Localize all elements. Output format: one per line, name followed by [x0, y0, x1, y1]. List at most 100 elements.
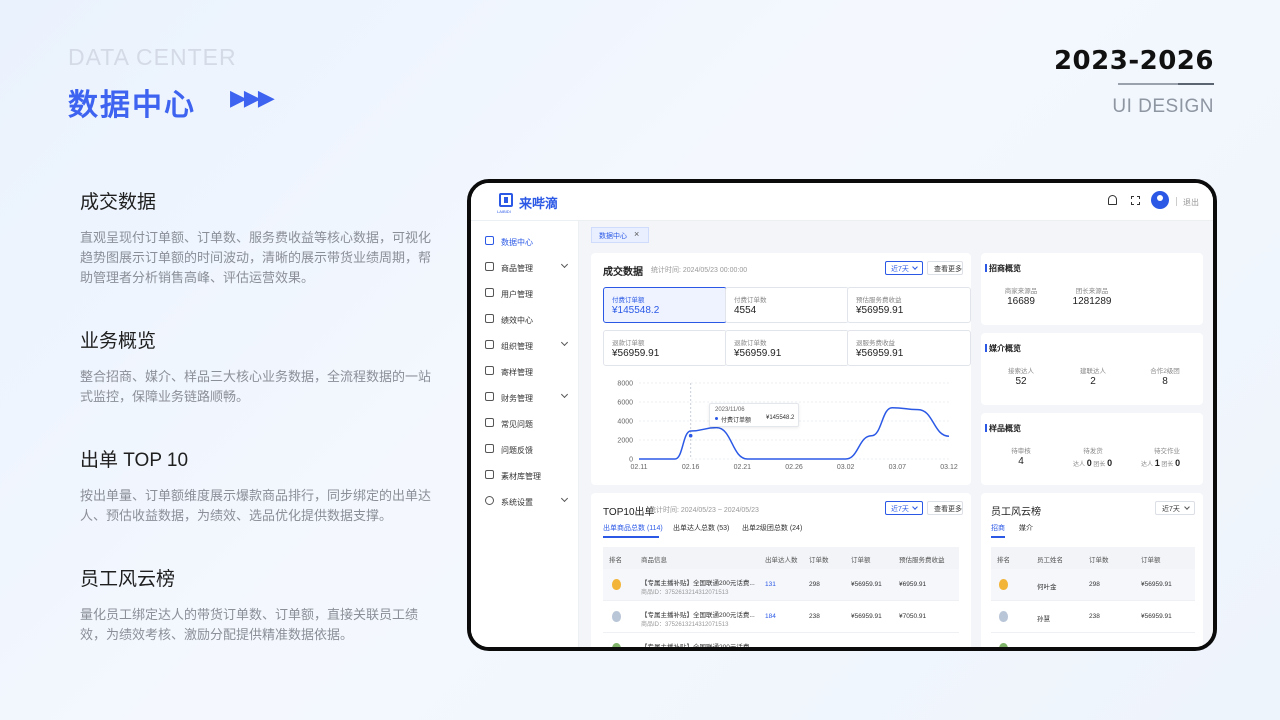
- order-amount: ¥56959.91: [1141, 581, 1172, 588]
- tab-media[interactable]: 媒介: [1019, 523, 1033, 533]
- close-icon[interactable]: ×: [634, 229, 639, 239]
- table-row[interactable]: 孙慧 238 ¥56959.91: [991, 601, 1195, 633]
- feature-desc: 按出单量、订单额维度展示爆款商品排行，同步绑定的出单达人、预估收益数据，为绩效、…: [80, 488, 432, 523]
- tooltip-date: 2023/11/06: [715, 407, 745, 413]
- tab-invest[interactable]: 招商: [991, 523, 1005, 533]
- tab-groups[interactable]: 出单2级团总数 (24): [742, 523, 802, 533]
- column-header[interactable]: 订单额: [1141, 554, 1161, 564]
- metric-refund-income[interactable]: 退服务费收益 ¥56959.91: [847, 330, 971, 366]
- range-select[interactable]: 近7天: [885, 261, 923, 275]
- view-more-label: 查看更多: [934, 506, 962, 513]
- stat-value: 1281289: [1072, 296, 1112, 307]
- creator-count[interactable]: 184: [765, 613, 776, 620]
- sidebar-item-faq[interactable]: 常见问题: [471, 413, 579, 435]
- table-row[interactable]: 【专属主播补贴】全国联通200元话费... 商品ID：3752613214312…: [603, 569, 959, 601]
- sidebar-item-users[interactable]: 用户管理: [471, 283, 579, 305]
- column-header[interactable]: 预估服务费收益: [899, 554, 945, 564]
- sample-icon: [485, 366, 494, 375]
- fullscreen-icon[interactable]: [1131, 196, 1140, 205]
- column-header[interactable]: 订单额: [851, 554, 871, 564]
- finance-icon: [485, 392, 494, 401]
- tab-data-center[interactable]: 数据中心 ×: [591, 227, 649, 243]
- bell-icon[interactable]: [1108, 195, 1117, 205]
- order-count: 298: [1089, 581, 1100, 588]
- range-select[interactable]: 近7天: [1155, 501, 1195, 515]
- tab-products[interactable]: 出单商品总数 (114): [603, 523, 663, 533]
- order-count: 238: [809, 613, 820, 620]
- sidebar-item-products[interactable]: 商品管理: [471, 257, 579, 279]
- en-title: DATA CENTER: [68, 44, 237, 70]
- media-overview-card: 媒介概览 接索达人 52 建联达人 2 合作2级团 8: [981, 333, 1203, 405]
- table-row[interactable]: 何叶金 298 ¥56959.91: [991, 569, 1195, 601]
- app-window: LAIBIDI 来哔滴 退出 数据中心 商品管理 用户管理 绩效中心 组织管理 …: [471, 183, 1213, 647]
- logo-icon: [499, 193, 513, 207]
- card-title: 媒介概览: [985, 344, 1021, 353]
- sidebar-item-feedback[interactable]: 问题反馈: [471, 439, 579, 461]
- metric-refund-amount[interactable]: 退款订单额 ¥56959.91: [603, 330, 727, 366]
- avatar[interactable]: [1151, 191, 1169, 209]
- metric-label: 退款订单额: [612, 340, 645, 347]
- creator-count[interactable]: 131: [765, 581, 776, 588]
- column-header: 商品信息: [641, 557, 667, 564]
- metric-refund-orders[interactable]: 退款订单数 ¥56959.91: [725, 330, 849, 366]
- table-row[interactable]: 【专属主播补贴】全国联通200元话费... 商品ID：3752613214312…: [603, 601, 959, 633]
- view-more-button[interactable]: 查看更多: [927, 501, 963, 515]
- metric-value: ¥56959.91: [856, 348, 904, 359]
- metric-value: 4554: [734, 305, 757, 316]
- table-row[interactable]: 【专属主播补贴】全国联通200元话费...: [603, 633, 959, 647]
- arrows-icon: ▶▶▶: [230, 85, 275, 110]
- card-title: 样品概览: [985, 424, 1021, 433]
- feature-title: 业务概览: [80, 331, 157, 352]
- sidebar-item-samples[interactable]: 寄样管理: [471, 361, 579, 383]
- logout-link[interactable]: 退出: [1183, 197, 1199, 208]
- year-range: 2023-2026: [1053, 46, 1214, 76]
- metric-est-income[interactable]: 预估服务费收益 ¥56959.91: [847, 287, 971, 323]
- tooltip-value: ¥145548.2: [766, 415, 795, 421]
- column-header[interactable]: 订单数: [1089, 554, 1109, 564]
- stat-value: 2: [1090, 376, 1096, 387]
- top10-card: TOP10出单 统计时间: 2024/05/23 ~ 2024/05/23 近7…: [591, 493, 971, 647]
- chevron-down-icon: [560, 494, 569, 503]
- y-tick-label: 0: [629, 457, 633, 464]
- view-more-button[interactable]: 查看更多: [927, 261, 963, 275]
- range-select-value: 近7天: [891, 266, 909, 273]
- metric-paid-orders[interactable]: 付费订单数 4554: [725, 287, 849, 323]
- column-header[interactable]: 出单达人数: [765, 554, 798, 564]
- range-select[interactable]: 近7天: [885, 501, 923, 515]
- column-header: 排名: [609, 557, 622, 564]
- order-count: 298: [809, 581, 820, 588]
- metric-paid-amount[interactable]: 付费订单额 ¥145548.2: [603, 287, 727, 323]
- x-tick-label: 03.07: [889, 464, 907, 471]
- sidebar-item-org[interactable]: 组织管理: [471, 335, 579, 357]
- sidebar-item-label: 素材库管理: [501, 472, 541, 481]
- sample-overview-card: 样品概览 待审核 4 待发货 达人 0 团长 0 待交作业 达人 1 团长 0: [981, 413, 1203, 485]
- feature-staff: 员工风云榜 量化员工绑定达人的带货订单数、订单额，直接关联员工绩效，为绩效考核、…: [80, 564, 432, 645]
- stat-value: 4: [1018, 456, 1024, 467]
- chevron-down-icon: [912, 504, 918, 510]
- chevron-down-icon: [1184, 504, 1190, 510]
- sidebar-item-library[interactable]: 素材库管理: [471, 465, 579, 487]
- column-header[interactable]: 订单数: [809, 554, 829, 564]
- sidebar-item-data-center[interactable]: 数据中心: [471, 231, 579, 253]
- x-tick-label: 02.21: [734, 464, 752, 471]
- tooltip-label: 付费订单额: [721, 418, 752, 424]
- tab-creators[interactable]: 出单达人总数 (53): [673, 523, 729, 533]
- sidebar-item-label: 财务管理: [501, 394, 533, 403]
- gold-medal-icon: [999, 579, 1008, 590]
- ui-design-label: UI DESIGN: [1112, 96, 1214, 117]
- view-more-label: 查看更多: [934, 266, 962, 273]
- gold-medal-icon: [612, 579, 621, 590]
- y-tick-label: 8000: [617, 381, 633, 388]
- sidebar-item-settings[interactable]: 系统设置: [471, 491, 579, 513]
- chevron-down-icon: [560, 390, 569, 399]
- trend-chart[interactable]: 0 2000 4000 6000 8000 02.11 02.16 02.21 02.26 03.…: [597, 377, 965, 477]
- table-row[interactable]: [991, 633, 1195, 647]
- stat-label: 建联达人: [1080, 368, 1106, 375]
- x-tick-label: 02.16: [682, 464, 700, 471]
- page-title: 数据中心: [68, 89, 196, 122]
- dashboard-icon: [485, 236, 494, 245]
- staff-name: 孙慧: [1037, 616, 1050, 623]
- sidebar-item-finance[interactable]: 财务管理: [471, 387, 579, 409]
- product-id: 商品ID：3752613214312071513: [641, 590, 729, 596]
- sidebar-item-performance[interactable]: 绩效中心: [471, 309, 579, 331]
